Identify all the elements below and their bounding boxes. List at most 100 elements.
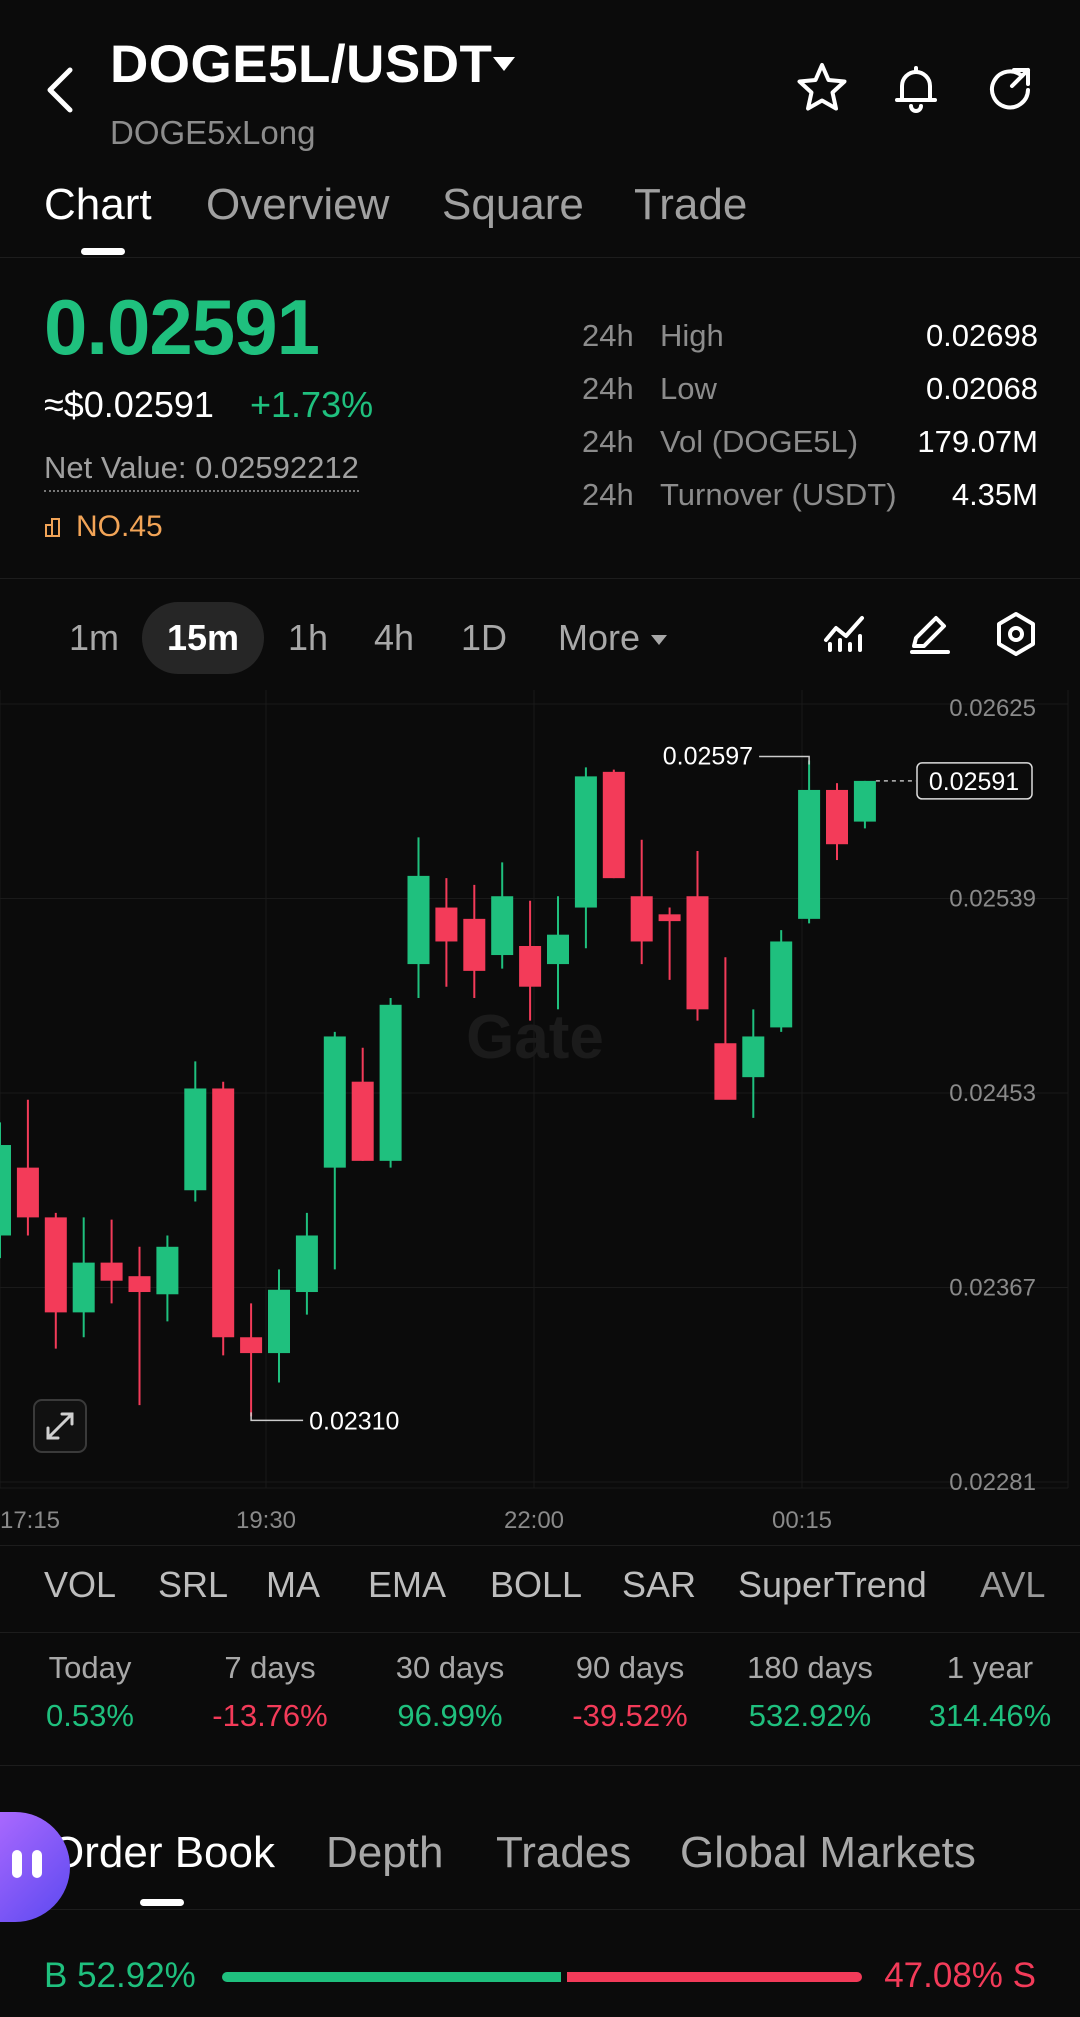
candle-body [268, 1289, 290, 1354]
interval-1h[interactable]: 1h [276, 602, 340, 674]
header: DOGE5L/USDT DOGE5xLong [0, 0, 1080, 160]
net-value[interactable]: Net Value: 0.02592212 [44, 450, 359, 492]
candle [574, 767, 597, 949]
candle-body [100, 1262, 123, 1281]
candle-body [798, 789, 821, 919]
buy-ratio-label: B 52.92% [44, 1956, 196, 1995]
indicator-boll[interactable]: BOLL [490, 1564, 582, 1606]
candle [602, 769, 625, 879]
rank-badge[interactable]: NO.45 [44, 510, 163, 544]
y-tick-label: 0.02367 [949, 1275, 1036, 1302]
indicator-supertrend[interactable]: SuperTrend [738, 1564, 927, 1606]
pair-title[interactable]: DOGE5L/USDT [110, 34, 492, 95]
stat-row: 24h Low 0.02068 [582, 371, 1038, 424]
perf-30d: 30 days 96.99% [360, 1650, 540, 1734]
stat-label: Vol (DOGE5L) [660, 424, 859, 459]
interval-1m[interactable]: 1m [58, 602, 130, 674]
chevron-down-icon [651, 635, 668, 645]
candle [0, 1122, 11, 1259]
main-tabs: Chart Overview Square Trade [0, 170, 1080, 258]
x-tick-label: 00:15 [772, 1507, 832, 1530]
candle [100, 1219, 123, 1304]
fullscreen-button[interactable] [33, 1399, 87, 1453]
pair-dropdown-icon[interactable] [490, 54, 518, 74]
candle-body [658, 914, 681, 922]
candle [156, 1235, 179, 1322]
candle-body [128, 1276, 151, 1293]
chart-settings-icon[interactable] [992, 610, 1040, 658]
candle-body [630, 896, 653, 942]
candle [463, 884, 486, 999]
back-arrow-icon[interactable] [40, 62, 84, 118]
candle [379, 998, 402, 1168]
interval-15m[interactable]: 15m [142, 602, 264, 674]
candle-body [212, 1088, 235, 1338]
favorite-star-icon[interactable] [794, 60, 850, 116]
draw-pencil-icon[interactable] [906, 610, 954, 658]
candle-body [240, 1337, 263, 1354]
candle-body [72, 1262, 95, 1313]
candle [770, 930, 793, 1032]
tab-order-book[interactable]: Order Book [50, 1828, 275, 1878]
candle-body [0, 1145, 11, 1236]
x-tick-label: 22:00 [504, 1507, 564, 1530]
price-alert-bell-icon[interactable] [888, 60, 944, 116]
sell-ratio-label: 47.08% S [884, 1956, 1036, 1995]
x-tick-label: 17:15 [0, 1507, 60, 1530]
stat-value: 0.02698 [925, 318, 1038, 353]
candle [826, 783, 848, 861]
share-icon[interactable] [982, 60, 1038, 116]
candle-body [184, 1088, 207, 1191]
candle-body [379, 1004, 402, 1161]
candle-body [574, 776, 597, 908]
price-chart[interactable]: Gate 0.02625 0.02539 0.02453 0.02367 0.02281… [0, 690, 1080, 1530]
indicator-sar[interactable]: SAR [622, 1564, 696, 1606]
perf-value: 314.46% [928, 1698, 1052, 1733]
y-tick-label: 0.02625 [949, 695, 1036, 722]
perf-label: 180 days [747, 1650, 873, 1685]
candle [44, 1212, 67, 1349]
candle-body [463, 918, 486, 971]
stat-value: 179.07M [917, 424, 1038, 459]
candle [240, 1303, 263, 1417]
stat-row: 24h High 0.02698 [582, 318, 1038, 371]
stat-row: 24h Turnover (USDT) 4.35M [582, 477, 1038, 530]
stat-period: 24h [582, 371, 634, 406]
candlestick-chart[interactable]: Gate 0.02625 0.02539 0.02453 0.02367 0.02281… [0, 690, 1080, 1530]
assistant-icon [32, 1850, 42, 1878]
indicator-vol[interactable]: VOL [44, 1564, 116, 1606]
indicator-ema[interactable]: EMA [368, 1564, 446, 1606]
tab-chart[interactable]: Chart [44, 180, 152, 230]
perf-90d: 90 days -39.52% [540, 1650, 720, 1734]
tab-square[interactable]: Square [442, 180, 584, 230]
indicators-icon[interactable] [820, 610, 868, 658]
tab-overview[interactable]: Overview [206, 180, 389, 230]
candle [16, 1099, 39, 1236]
interval-more[interactable]: More [548, 602, 678, 674]
perf-180d: 180 days 532.92% [720, 1650, 900, 1734]
indicator-avl[interactable]: AVL [980, 1564, 1045, 1606]
candle [435, 878, 458, 987]
high-marker-label: 0.02597 [663, 743, 753, 771]
y-tick-label: 0.02453 [949, 1080, 1036, 1107]
price-usd: ≈$0.02591 [44, 384, 214, 425]
stat-row: 24h Vol (DOGE5L) 179.07M [582, 424, 1038, 477]
tab-global-markets[interactable]: Global Markets [680, 1828, 976, 1878]
tab-trade[interactable]: Trade [634, 180, 747, 230]
indicator-srl[interactable]: SRL [158, 1564, 228, 1606]
candle-body [686, 896, 709, 1010]
interval-1d[interactable]: 1D [450, 602, 518, 674]
perf-label: 30 days [395, 1650, 505, 1685]
stat-label: Turnover (USDT) [660, 477, 897, 512]
tab-depth[interactable]: Depth [326, 1828, 443, 1878]
last-price: 0.02591 [44, 283, 320, 371]
indicator-ma[interactable]: MA [266, 1564, 320, 1606]
rank-label: NO.45 [76, 510, 163, 543]
tab-trades[interactable]: Trades [496, 1828, 631, 1878]
last-price-label: 0.02591 [929, 768, 1019, 796]
candle [295, 1212, 318, 1315]
stat-period: 24h [582, 318, 634, 353]
candle [630, 839, 653, 965]
stats-24h: 24h High 0.02698 24h Low 0.02068 24h Vol… [582, 318, 1038, 530]
interval-4h[interactable]: 4h [360, 602, 428, 674]
